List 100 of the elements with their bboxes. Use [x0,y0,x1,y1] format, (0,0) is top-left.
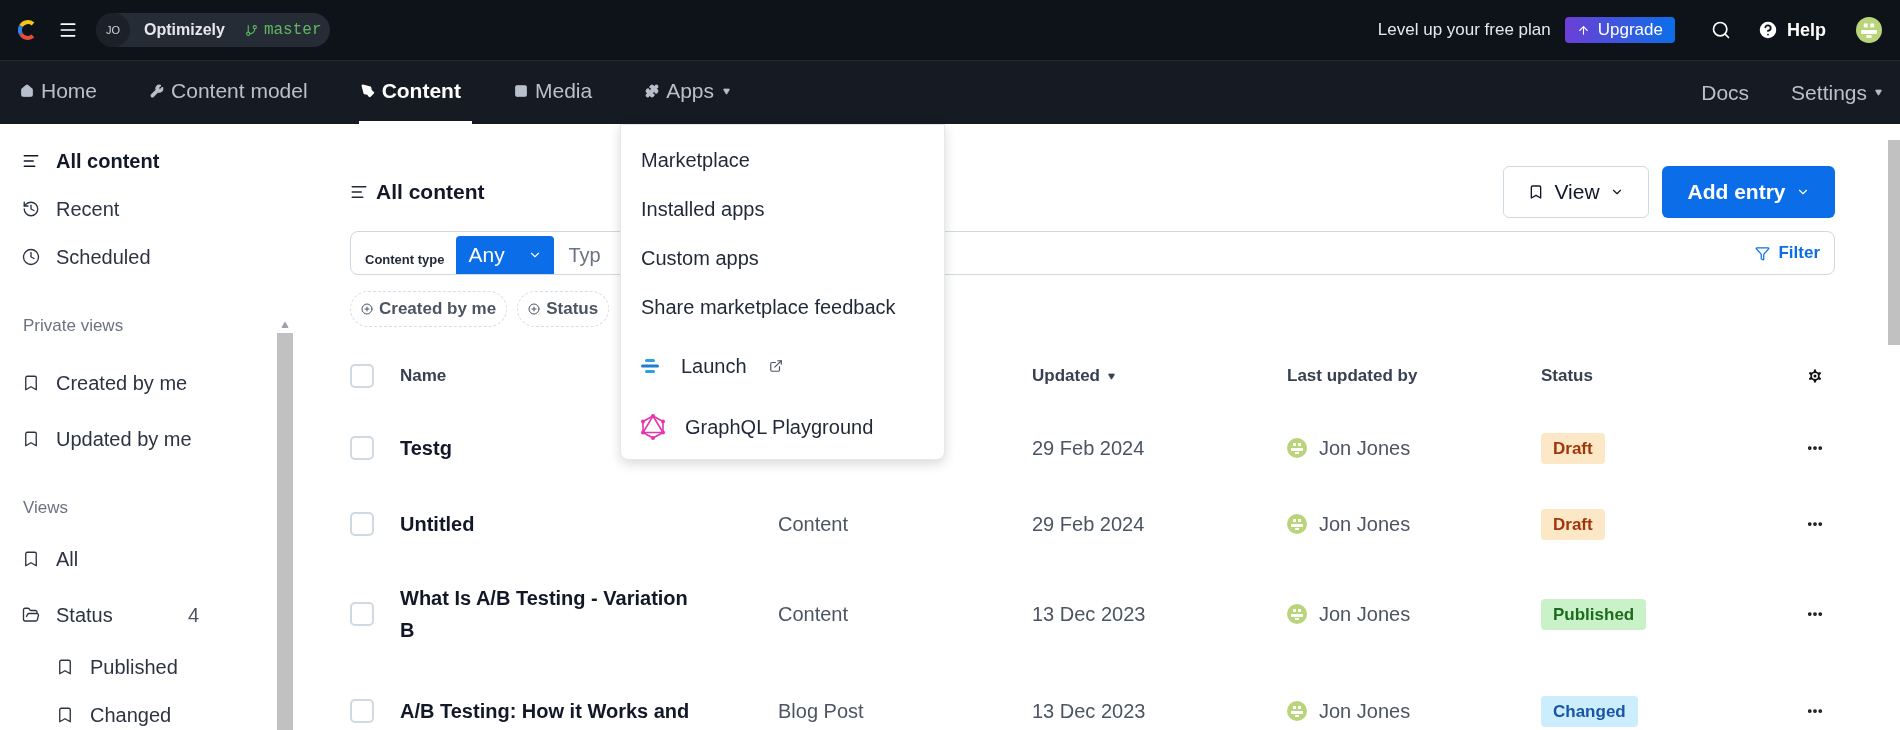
checkbox[interactable] [350,512,374,536]
checkbox[interactable] [350,699,374,723]
branch-label[interactable]: master [244,18,322,42]
menu-item[interactable]: Share marketplace feedback [621,282,944,331]
date-cell-text: 13 Dec 2023 [1032,602,1147,627]
sidebar-item[interactable]: Changed [0,691,295,730]
filter-label: Content type [365,250,445,269]
author-name: Jon Jones [1319,512,1411,537]
nav-tab[interactable]: Media [511,61,604,124]
promo-text: Level up your free plan [1377,19,1551,42]
puzzle-icon [645,84,660,98]
column-header[interactable]: Updated [1032,363,1115,389]
content-type-cell-text: Content [778,602,850,627]
bookmark-icon [22,550,40,568]
menu-item[interactable]: Launch [621,335,944,396]
filter-button[interactable]: Filter [1755,240,1820,266]
bookmark-icon [22,374,40,392]
nav-tab[interactable]: Home [18,61,109,124]
sidebar-item[interactable]: Published [0,643,295,691]
sidebar-item[interactable]: All content [0,137,295,185]
org-avatar: JO [96,13,130,47]
caret-icon [1875,89,1882,96]
plus-icon [528,303,541,315]
sidebar-item[interactable]: All [0,531,295,587]
avatar-icon [1856,17,1882,43]
content-type-cell-text: Content [778,512,850,537]
nav-tab[interactable]: Content model [148,61,319,124]
section-title: Private views [23,315,124,338]
view-button[interactable]: View [1503,166,1649,218]
menu-item[interactable]: Marketplace [621,135,944,184]
checkbox[interactable] [350,364,374,388]
bookmark-icon [22,430,40,448]
folder-icon [22,606,40,624]
author-name: Jon Jones [1319,699,1411,724]
help-icon [1757,19,1779,41]
history-icon [22,200,40,218]
sidebar-item[interactable]: Updated by me [0,411,295,467]
upgrade-button[interactable]: Upgrade [1564,17,1675,43]
launch-icon [641,358,659,373]
entry-name[interactable]: Untitled [400,508,778,540]
wrench-icon [150,84,165,98]
arrow-up-icon [1576,23,1590,37]
status-badge: Draft [1541,508,1605,541]
checkbox[interactable] [350,602,374,626]
settings-icon[interactable] [1806,367,1824,385]
page-title: All content [376,179,485,206]
home-icon [20,84,34,98]
entry-name[interactable]: A/B Testing: How it Works and [400,695,778,727]
plus-icon [361,303,373,315]
date-cell-text: 13 Dec 2023 [1032,699,1147,724]
graphql-icon [641,413,665,440]
list-icon [22,152,40,170]
menu-icon[interactable] [58,20,78,40]
entry-name[interactable]: What Is A/B Testing - Variation B [400,582,778,646]
add-entry-button[interactable]: Add entry [1662,166,1835,218]
status-badge: Changed [1541,695,1638,728]
external-link-icon [768,358,783,373]
sidebar-item[interactable]: Recent [0,185,295,233]
date-cell-text: 29 Feb 2024 [1032,512,1146,537]
column-header[interactable]: Name [400,363,447,389]
avatar-icon [1287,514,1307,534]
date-cell-text: 29 Feb 2024 [1032,436,1146,461]
avatar-icon [1287,604,1307,624]
author-name: Jon Jones [1319,602,1411,627]
nav-tab[interactable]: Apps [643,61,733,124]
sidebar-item[interactable]: Scheduled [0,233,295,281]
pen-icon [360,84,375,98]
nav-link[interactable]: Docs [1701,61,1758,124]
menu-item[interactable]: GraphQL Playground [621,396,944,457]
author-name: Jon Jones [1319,436,1411,461]
count-label: 4 [187,603,199,628]
content-type-select[interactable]: Any [456,236,555,274]
nav-tab[interactable]: Content [358,61,472,124]
column-header[interactable]: Status [1541,363,1593,389]
checkbox[interactable] [350,436,374,460]
column-header[interactable]: Last updated by [1287,363,1418,389]
sort-icon [1108,372,1115,380]
nav-link[interactable]: Settings [1791,61,1882,124]
filter-icon [1755,245,1771,261]
status-badge: Draft [1541,432,1605,465]
sidebar-item[interactable]: Created by me [0,355,295,411]
clock-icon [22,248,40,266]
menu-item[interactable]: Installed apps [621,184,944,233]
scroll-up-icon[interactable] [281,321,289,329]
content-type-cell-text: Blog Post [778,699,865,724]
avatar-icon [1287,438,1307,458]
section-title: Views [23,497,69,520]
help-button[interactable]: Help [1757,16,1826,44]
logo-icon[interactable] [18,20,36,40]
org-switcher[interactable]: JO Optimizely master [96,13,330,47]
bookmark-icon [56,658,74,676]
org-name: Optimizely [144,20,225,40]
page-scrollbar-thumb[interactable] [1888,140,1900,345]
search-icon[interactable] [1711,20,1731,40]
status-badge: Published [1541,598,1647,631]
bookmark-icon [56,706,74,724]
caret-icon [723,87,731,95]
sidebar-item[interactable]: Status 4 [0,587,295,643]
list-icon [350,183,368,201]
branch-icon [244,23,258,37]
